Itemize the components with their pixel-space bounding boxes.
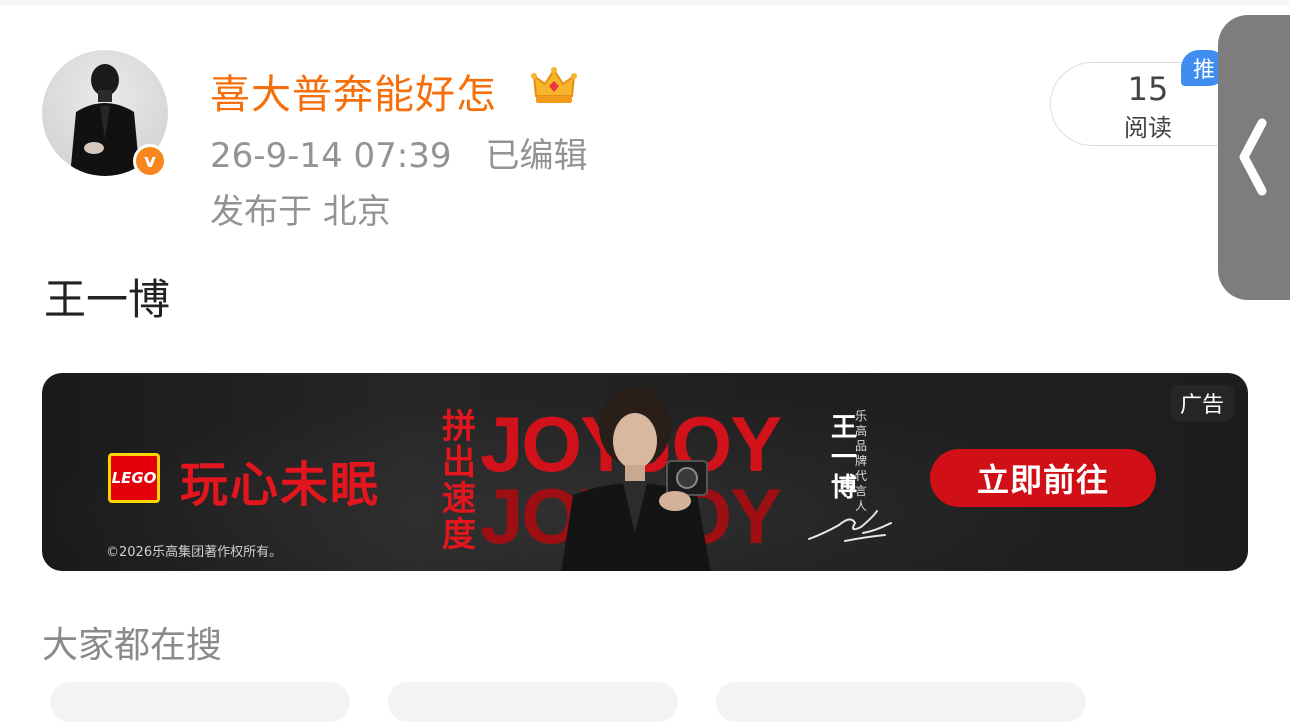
ad-vertical-char: 拼 xyxy=(442,407,476,447)
verified-badge-icon: v xyxy=(133,144,167,178)
ad-copyright: ©2026乐高集团著作权所有。 xyxy=(106,545,283,560)
spokesperson-title: 乐 高 品 牌 代 言 人 xyxy=(851,409,871,514)
search-chip[interactable] xyxy=(716,682,1086,722)
spokesperson-title-char: 牌 xyxy=(854,454,867,468)
edited-label: 已编辑 xyxy=(485,136,588,176)
read-label: 阅读 xyxy=(1124,114,1172,142)
search-chip[interactable] xyxy=(388,682,678,722)
spokesperson-photo xyxy=(561,387,711,571)
location: 发布于 北京 xyxy=(210,192,391,232)
spokesperson-title-char: 代 xyxy=(854,469,867,483)
ad-tag[interactable]: 广告 xyxy=(1170,385,1234,421)
cta-button[interactable]: 立即前往 xyxy=(930,449,1156,507)
ad-vertical-char: 速 xyxy=(442,479,476,519)
ad-slogan: 玩心未眠 xyxy=(180,457,381,513)
spokesperson-title-char: 品 xyxy=(854,439,867,453)
crown-icon xyxy=(531,67,577,103)
post-meta: 26-9-14 07:39 已编辑 xyxy=(210,128,588,177)
spokesperson-title-char: 乐 xyxy=(854,409,867,423)
spokesperson-title-char: 言 xyxy=(854,484,867,498)
spokesperson-title-char: 高 xyxy=(854,424,867,438)
chevron-left-icon xyxy=(1239,118,1267,196)
ad-vertical-text: 拼 出 速 度 xyxy=(440,409,478,553)
section-title: 大家都在搜 xyxy=(42,625,223,666)
side-collapse-tab[interactable] xyxy=(1218,15,1290,300)
top-divider xyxy=(0,0,1290,6)
post-text: 王一博 xyxy=(44,275,171,324)
timestamp: 26-9-14 07:39 xyxy=(210,136,452,176)
signature-icon xyxy=(808,510,892,542)
lego-logo: LEGO xyxy=(108,453,160,503)
search-chip[interactable] xyxy=(50,682,350,722)
ad-banner[interactable]: LEGO 玩心未眠 ©2026乐高集团著作权所有。 拼 出 速 度 JOYJOY… xyxy=(42,373,1248,571)
username[interactable]: 喜大普奔能好怎 xyxy=(210,62,497,120)
ad-vertical-char: 出 xyxy=(442,443,476,483)
ad-vertical-char: 度 xyxy=(442,515,476,555)
